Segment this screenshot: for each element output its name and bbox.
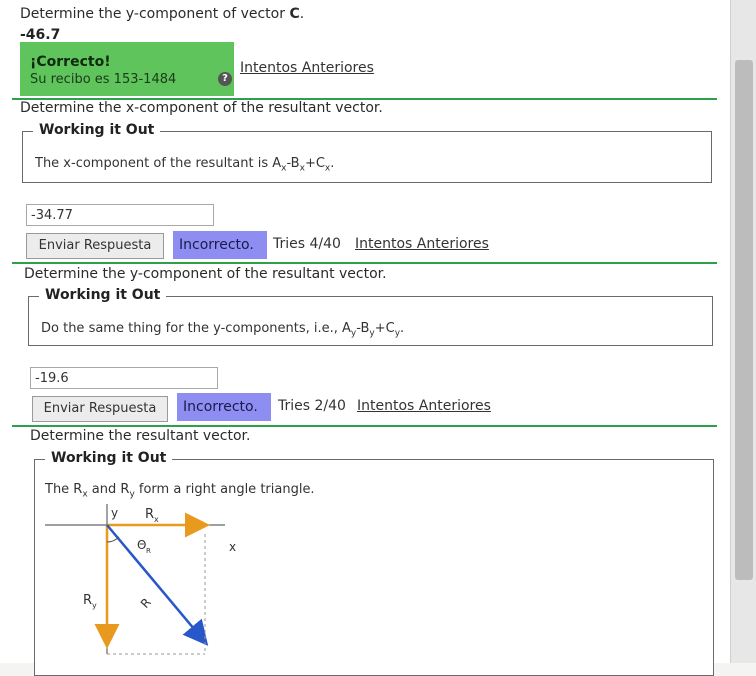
help-icon[interactable]: ? bbox=[218, 72, 232, 86]
hint-title-r: Working it Out bbox=[45, 450, 173, 466]
ry-label: R bbox=[83, 593, 92, 608]
hint-text-x: The x-component of the resultant is Ax-B… bbox=[35, 156, 334, 174]
hint-title-x: Working it Out bbox=[33, 122, 161, 138]
incorrect-badge-y: Incorrecto. bbox=[177, 393, 271, 421]
question-y-prompt: Determine the y-component of the resulta… bbox=[24, 266, 387, 282]
op-bx: -B bbox=[286, 156, 300, 171]
rx-label-sub: x bbox=[154, 515, 159, 524]
incorrect-badge-x: Incorrecto. bbox=[173, 231, 267, 259]
hint-r-part-a: The R bbox=[45, 482, 83, 497]
scrollbar-thumb[interactable] bbox=[735, 60, 753, 580]
hint-box-x: Working it Out The x-component of the re… bbox=[22, 122, 712, 183]
answer-input-x[interactable]: -34.77 bbox=[26, 204, 214, 226]
hint-r-part-c: form a right angle triangle. bbox=[134, 482, 315, 497]
hint-end-y: . bbox=[400, 321, 405, 336]
tries-count-x: Tries 4/40 bbox=[273, 236, 341, 252]
answer-input-y[interactable]: -19.6 bbox=[30, 367, 218, 389]
hint-box-r: Working it Out The Rx and Ry form a righ… bbox=[34, 450, 714, 676]
correct-status-box: ¡Correcto! Su recibo es 153-1484 bbox=[20, 42, 234, 96]
question-x-prompt: Determine the x-component of the resulta… bbox=[20, 100, 383, 116]
vector-letter: C bbox=[289, 6, 300, 22]
section-divider bbox=[12, 262, 717, 264]
op-cy: +C bbox=[374, 321, 395, 336]
theta-label-sub: R bbox=[146, 547, 151, 555]
prev-question-prompt: Determine the y-component of vector C. bbox=[20, 6, 304, 22]
receipt-text: Su recibo es 153-1484 bbox=[30, 72, 177, 87]
prev-answer-value: -46.7 bbox=[20, 27, 61, 43]
y-axis-label: y bbox=[111, 506, 118, 520]
assignment-page: Determine the y-component of vector C. -… bbox=[0, 0, 730, 676]
hint-end-x: . bbox=[330, 156, 335, 171]
submit-button-y[interactable]: Enviar Respuesta bbox=[32, 396, 168, 422]
prev-attempts-link-2[interactable]: Intentos Anteriores bbox=[355, 236, 489, 252]
hint-box-y: Working it Out Do the same thing for the… bbox=[28, 287, 713, 346]
x-axis-label: x bbox=[229, 540, 236, 554]
section-divider bbox=[12, 425, 717, 427]
op-by: -B bbox=[356, 321, 370, 336]
r-label: R bbox=[138, 595, 154, 611]
hint-text-x-main: The x-component of the resultant is A bbox=[35, 156, 282, 171]
scrollbar-track[interactable] bbox=[730, 0, 756, 663]
prompt-end: . bbox=[299, 6, 305, 22]
tries-count-y: Tries 2/40 bbox=[278, 398, 346, 414]
submit-button-x[interactable]: Enviar Respuesta bbox=[26, 233, 164, 259]
correct-title: ¡Correcto! bbox=[30, 54, 111, 70]
hint-text-r: The Rx and Ry form a right angle triangl… bbox=[45, 482, 315, 500]
op-cx: +C bbox=[304, 156, 325, 171]
resultant-vector-arrow bbox=[106, 524, 209, 646]
prev-attempts-link-1[interactable]: Intentos Anteriores bbox=[240, 60, 374, 76]
prev-question-text: Determine the y-component of vector bbox=[20, 6, 290, 22]
prev-attempts-link-3[interactable]: Intentos Anteriores bbox=[357, 398, 491, 414]
rx-label: R bbox=[145, 507, 154, 522]
hint-r-part-b: and R bbox=[87, 482, 130, 497]
ry-label-sub: y bbox=[92, 601, 97, 610]
hint-text-y: Do the same thing for the y-components, … bbox=[41, 321, 404, 339]
vector-triangle-diagram: y x R x R y Θ R R bbox=[45, 504, 236, 655]
question-r-prompt: Determine the resultant vector. bbox=[30, 428, 251, 444]
hint-text-y-main: Do the same thing for the y-components, … bbox=[41, 321, 351, 336]
hint-title-y: Working it Out bbox=[39, 287, 167, 303]
